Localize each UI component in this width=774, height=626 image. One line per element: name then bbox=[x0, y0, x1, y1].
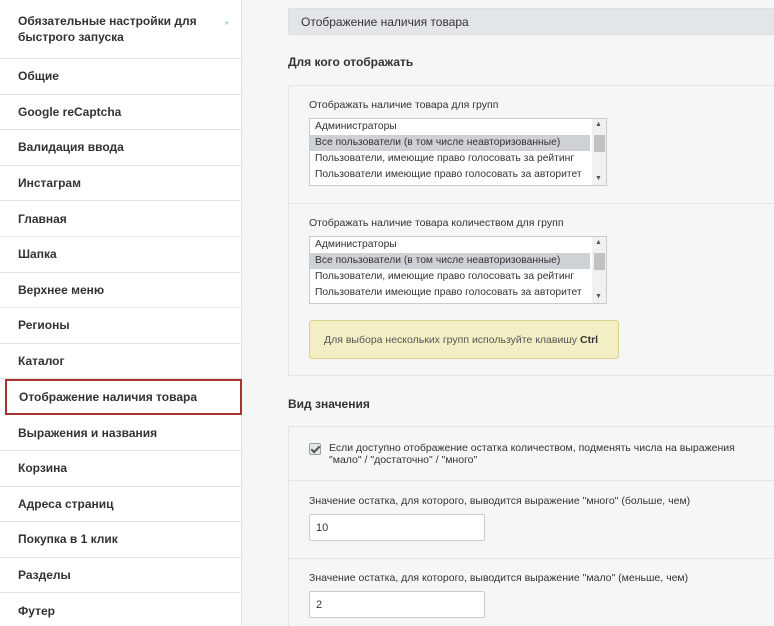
groups-qty-field: Отображать наличие товара количеством дл… bbox=[289, 204, 774, 375]
listbox-option[interactable]: Администраторы bbox=[310, 237, 590, 253]
many-field: Значение остатка, для которого, выводитс… bbox=[289, 481, 774, 559]
scroll-thumb[interactable] bbox=[594, 253, 605, 270]
scrollbar[interactable]: ▲ ▼ bbox=[592, 237, 606, 303]
sidebar-item-recaptcha[interactable]: Google reCaptcha bbox=[0, 95, 241, 131]
scroll-down-icon[interactable]: ▼ bbox=[595, 175, 602, 183]
scroll-down-icon[interactable]: ▼ bbox=[595, 293, 602, 301]
listbox-option-selected[interactable]: Все пользователи (в том числе неавторизо… bbox=[310, 135, 590, 151]
few-label: Значение остатка, для которого, выводитс… bbox=[309, 572, 689, 584]
listbox-option-selected[interactable]: Все пользователи (в том числе неавторизо… bbox=[310, 253, 590, 269]
groups-field: Отображать наличие товара для групп Адми… bbox=[289, 86, 774, 204]
sidebar-item-label: Google reCaptcha bbox=[18, 104, 122, 119]
replace-numbers-label: Если доступно отображение остатка количе… bbox=[329, 442, 735, 466]
sidebar-item-label: Корзина bbox=[18, 461, 68, 476]
sidebar-item-label: Инстаграм bbox=[18, 176, 81, 191]
sidebar-item-phrases[interactable]: Выражения и названия bbox=[0, 415, 241, 451]
sidebar-item-label: Общие bbox=[18, 69, 59, 84]
sidebar-item-label: Адреса страниц bbox=[18, 496, 114, 511]
many-input[interactable]: 10 bbox=[309, 514, 485, 541]
groups-qty-listbox[interactable]: Администраторы Все пользователи (в том ч… bbox=[309, 236, 607, 304]
replace-numbers-checkbox[interactable] bbox=[309, 443, 321, 455]
sidebar-item-label: Регионы bbox=[18, 318, 70, 333]
value-panel: Если доступно отображение остатка количе… bbox=[288, 426, 774, 626]
sidebar-item-main[interactable]: Главная bbox=[0, 201, 241, 237]
sidebar-item-label: Верхнее меню bbox=[18, 282, 105, 297]
many-label: Значение остатка, для которого, выводитс… bbox=[309, 495, 691, 507]
sidebar-item-label: Футер bbox=[18, 603, 55, 618]
sidebar-item-regions[interactable]: Регионы bbox=[0, 308, 241, 344]
sidebar-item-required-settings[interactable]: Обязательные настройки для быстрого запу… bbox=[0, 0, 241, 59]
few-input[interactable]: 2 bbox=[309, 591, 485, 618]
sidebar-item-label: Выражения и названия bbox=[18, 425, 158, 440]
sidebar-item-label: Каталог bbox=[18, 354, 65, 369]
groups-panel: Отображать наличие товара для групп Адми… bbox=[288, 85, 774, 376]
sidebar-item-cart[interactable]: Корзина bbox=[0, 451, 241, 487]
scroll-thumb[interactable] bbox=[594, 135, 605, 152]
sidebar-item-label: Шапка bbox=[18, 247, 57, 262]
sidebar-item-page-urls[interactable]: Адреса страниц bbox=[0, 487, 241, 523]
sidebar-item-sections[interactable]: Разделы bbox=[0, 558, 241, 594]
listbox-option[interactable]: Администраторы bbox=[310, 119, 590, 135]
groups-listbox[interactable]: Администраторы Все пользователи (в том ч… bbox=[309, 118, 607, 186]
hint-text: Для выбора нескольких групп используйте … bbox=[324, 333, 577, 346]
listbox-option[interactable]: Пользователи, имеющие право голосовать з… bbox=[310, 269, 590, 285]
sidebar-item-label: Разделы bbox=[18, 568, 71, 583]
who-title: Для кого отображать bbox=[288, 55, 414, 69]
settings-sidebar: Обязательные настройки для быстрого запу… bbox=[0, 0, 242, 626]
groups-label: Отображать наличие товара для групп bbox=[309, 99, 499, 111]
listbox-option[interactable]: Пользователи, имеющие право голосовать з… bbox=[310, 151, 590, 167]
scrollbar[interactable]: ▲ ▼ bbox=[592, 119, 606, 185]
few-field: Значение остатка, для которого, выводитс… bbox=[289, 559, 774, 626]
sidebar-item-validation[interactable]: Валидация ввода bbox=[0, 130, 241, 166]
value-title: Вид значения bbox=[288, 397, 370, 411]
section-header: Отображение наличия товара bbox=[288, 8, 774, 35]
listbox-option[interactable]: Пользователи имеющие право голосовать за… bbox=[310, 167, 590, 183]
sidebar-item-instagram[interactable]: Инстаграм bbox=[0, 166, 241, 202]
required-marker-icon: * bbox=[224, 18, 229, 32]
settings-main: Отображение наличия товара Для кого отоб… bbox=[288, 0, 774, 626]
sidebar-item-label: Покупка в 1 клик bbox=[18, 532, 118, 547]
listbox-option[interactable]: Пользователи имеющие право голосовать за… bbox=[310, 285, 590, 301]
scroll-up-icon[interactable]: ▲ bbox=[595, 121, 602, 129]
multi-select-hint: Для выбора нескольких групп используйте … bbox=[309, 320, 619, 359]
sidebar-item-label: Обязательные настройки для быстрого запу… bbox=[18, 14, 197, 44]
groups-qty-label: Отображать наличие товара количеством дл… bbox=[309, 217, 564, 229]
sidebar-item-label: Отображение наличия товара bbox=[19, 390, 198, 405]
sidebar-item-header[interactable]: Шапка bbox=[0, 237, 241, 273]
sidebar-item-availability[interactable]: Отображение наличия товара bbox=[5, 379, 242, 416]
sidebar-item-label: Валидация ввода bbox=[18, 140, 124, 155]
sidebar-item-footer[interactable]: Футер bbox=[0, 593, 241, 626]
sidebar-item-general[interactable]: Общие bbox=[0, 59, 241, 95]
replace-numbers-field: Если доступно отображение остатка количе… bbox=[289, 427, 774, 481]
sidebar-item-top-menu[interactable]: Верхнее меню bbox=[0, 273, 241, 309]
sidebar-item-catalog[interactable]: Каталог bbox=[0, 344, 241, 380]
scroll-up-icon[interactable]: ▲ bbox=[595, 239, 602, 247]
sidebar-item-one-click[interactable]: Покупка в 1 клик bbox=[0, 522, 241, 558]
sidebar-item-label: Главная bbox=[18, 211, 67, 226]
hint-key: Ctrl bbox=[580, 333, 599, 346]
